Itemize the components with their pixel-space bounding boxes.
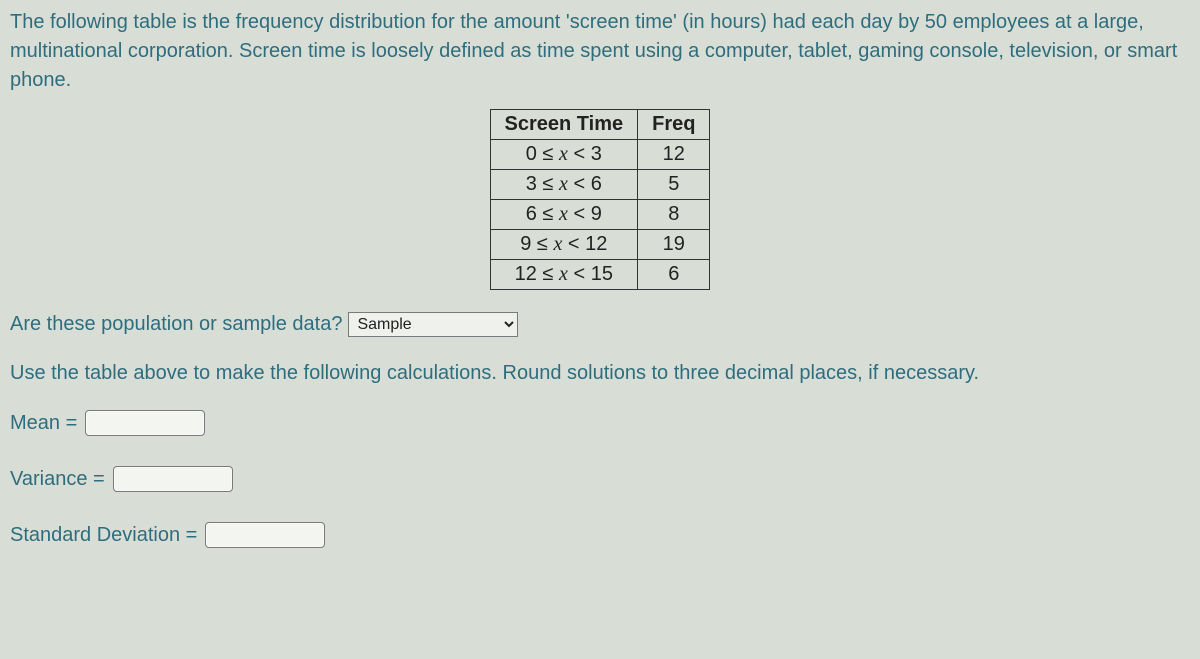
table-row: 6 ≤ x < 9 8 bbox=[490, 200, 710, 230]
header-screen-time: Screen Time bbox=[490, 110, 638, 140]
frequency-table-wrapper: Screen Time Freq 0 ≤ x < 3 12 bbox=[10, 109, 1190, 290]
intro-text: The following table is the frequency dis… bbox=[10, 8, 1190, 95]
interval-high: 6 bbox=[591, 173, 602, 195]
leq-symbol: ≤ bbox=[542, 263, 553, 285]
variance-label: Variance = bbox=[10, 468, 105, 491]
x-var: x bbox=[559, 173, 568, 195]
header-freq: Freq bbox=[638, 110, 710, 140]
freq-cell: 12 bbox=[638, 140, 710, 170]
x-var: x bbox=[553, 233, 562, 255]
leq-symbol: ≤ bbox=[537, 233, 548, 255]
population-sample-select[interactable]: Sample bbox=[348, 312, 518, 337]
table-row: 9 ≤ x < 12 19 bbox=[490, 230, 710, 260]
lt-symbol: < bbox=[573, 143, 585, 165]
calculation-instructions: Use the table above to make the followin… bbox=[10, 359, 1190, 388]
interval-low: 0 bbox=[526, 143, 537, 165]
mean-input[interactable] bbox=[85, 410, 205, 436]
interval-cell: 9 ≤ x < 12 bbox=[490, 230, 638, 260]
interval-cell: 0 ≤ x < 3 bbox=[490, 140, 638, 170]
interval-low: 9 bbox=[520, 233, 531, 255]
interval-high: 3 bbox=[591, 143, 602, 165]
interval-high: 15 bbox=[591, 263, 613, 285]
variance-input[interactable] bbox=[113, 466, 233, 492]
table-header-row: Screen Time Freq bbox=[490, 110, 710, 140]
leq-symbol: ≤ bbox=[542, 173, 553, 195]
freq-cell: 5 bbox=[638, 170, 710, 200]
interval-cell: 12 ≤ x < 15 bbox=[490, 260, 638, 290]
lt-symbol: < bbox=[573, 203, 585, 225]
table-row: 0 ≤ x < 3 12 bbox=[490, 140, 710, 170]
interval-high: 12 bbox=[585, 233, 607, 255]
x-var: x bbox=[559, 143, 568, 165]
leq-symbol: ≤ bbox=[542, 203, 553, 225]
x-var: x bbox=[559, 263, 568, 285]
leq-symbol: ≤ bbox=[542, 143, 553, 165]
x-var: x bbox=[559, 203, 568, 225]
lt-symbol: < bbox=[573, 173, 585, 195]
interval-cell: 3 ≤ x < 6 bbox=[490, 170, 638, 200]
std-input[interactable] bbox=[205, 522, 325, 548]
table-row: 3 ≤ x < 6 5 bbox=[490, 170, 710, 200]
freq-cell: 19 bbox=[638, 230, 710, 260]
interval-cell: 6 ≤ x < 9 bbox=[490, 200, 638, 230]
interval-low: 6 bbox=[526, 203, 537, 225]
interval-low: 12 bbox=[515, 263, 537, 285]
population-sample-prompt: Are these population or sample data? bbox=[10, 313, 342, 336]
mean-label: Mean = bbox=[10, 412, 77, 435]
freq-cell: 6 bbox=[638, 260, 710, 290]
frequency-table: Screen Time Freq 0 ≤ x < 3 12 bbox=[490, 109, 711, 290]
lt-symbol: < bbox=[573, 263, 585, 285]
freq-cell: 8 bbox=[638, 200, 710, 230]
interval-high: 9 bbox=[591, 203, 602, 225]
std-label: Standard Deviation = bbox=[10, 524, 197, 547]
table-row: 12 ≤ x < 15 6 bbox=[490, 260, 710, 290]
interval-low: 3 bbox=[526, 173, 537, 195]
lt-symbol: < bbox=[568, 233, 580, 255]
